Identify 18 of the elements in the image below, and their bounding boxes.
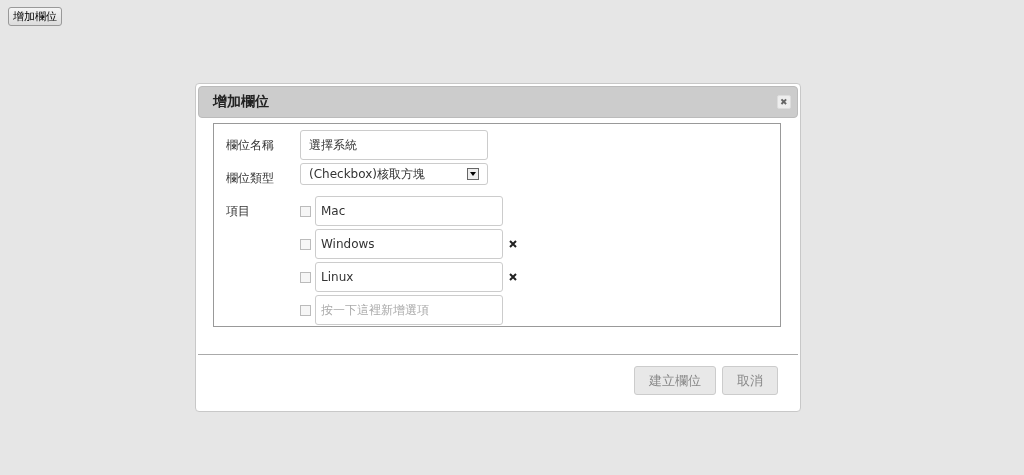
field-label: 欄位類型 [226, 170, 275, 187]
checkbox[interactable] [300, 205, 311, 217]
remove-icon[interactable] [509, 273, 517, 281]
checkbox[interactable] [300, 271, 311, 283]
add-field-button[interactable]: 增加欄位 [8, 7, 62, 26]
checkbox[interactable] [300, 238, 311, 250]
checkbox[interactable] [300, 304, 311, 316]
type-dropdown[interactable]: (Checkbox)核取方塊 [300, 163, 488, 185]
option-field[interactable]: Mac [315, 196, 503, 226]
option-field[interactable]: Windows [315, 229, 503, 259]
close-button[interactable]: ✖ [777, 95, 791, 109]
field-label: 項目 [226, 203, 251, 220]
field-label: 欄位名稱 [226, 137, 275, 154]
option-field[interactable]: Linux [315, 262, 503, 292]
new-option-field[interactable]: 按一下這裡新增選項 [315, 295, 503, 325]
name-field[interactable]: 選擇系統 [300, 130, 488, 160]
dialog-title: 增加欄位 [213, 93, 269, 111]
remove-icon[interactable] [509, 240, 517, 248]
